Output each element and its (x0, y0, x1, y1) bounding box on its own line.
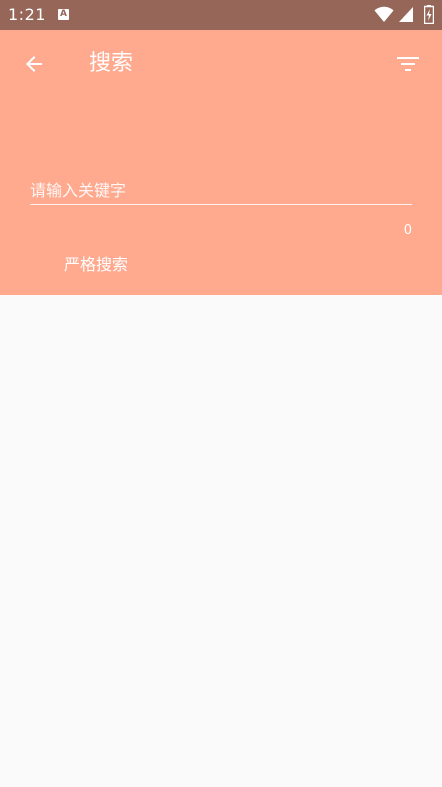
arrow-left-icon (26, 56, 42, 72)
battery-charging-icon (424, 5, 434, 24)
filter-button[interactable] (388, 44, 428, 84)
app-bar: 搜索 0 严格搜索 (0, 30, 442, 295)
status-bar: 1:21 A (0, 0, 442, 30)
search-results-area (0, 295, 442, 787)
back-button[interactable] (14, 44, 54, 84)
wifi-icon (374, 6, 394, 22)
page-title: 搜索 (89, 51, 134, 76)
cell-signal-icon (399, 7, 413, 22)
search-input[interactable] (30, 176, 412, 205)
filter-icon (397, 57, 419, 71)
strict-search-toggle[interactable]: 严格搜索 (64, 254, 128, 276)
character-counter: 0 (403, 223, 412, 238)
status-time: 1:21 (8, 5, 46, 24)
notification-a-icon: A (58, 9, 69, 20)
